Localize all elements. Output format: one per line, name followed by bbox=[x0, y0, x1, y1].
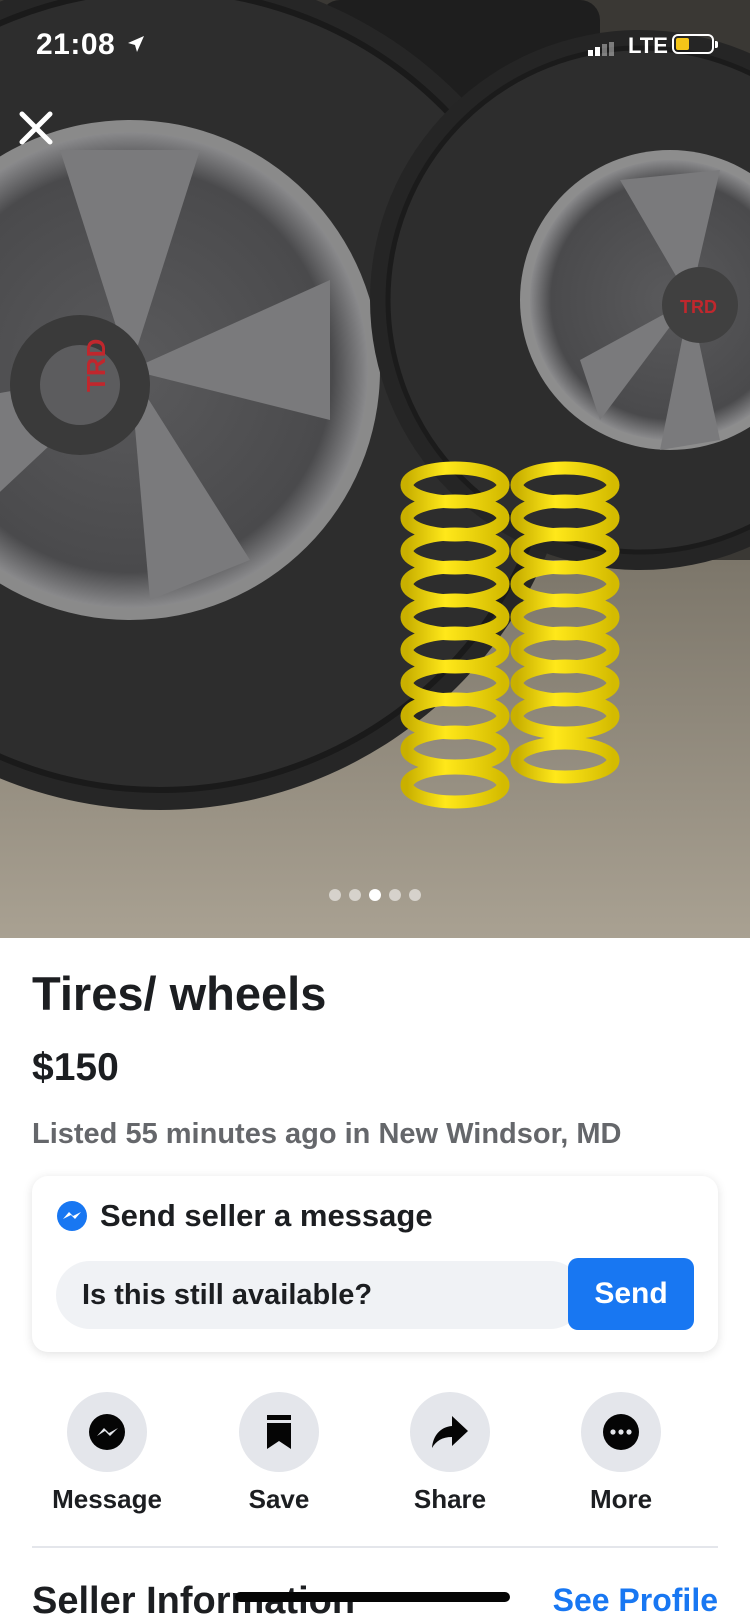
svg-text:TRD: TRD bbox=[680, 297, 717, 317]
network-label: LTE bbox=[628, 33, 668, 58]
message-button[interactable]: Message bbox=[32, 1392, 182, 1515]
send-message-heading: Send seller a message bbox=[56, 1198, 433, 1234]
signal-icon bbox=[588, 42, 614, 56]
bookmark-icon bbox=[267, 1415, 291, 1449]
carousel-dot[interactable] bbox=[329, 889, 341, 901]
more-icon bbox=[603, 1414, 639, 1450]
carousel-indicator[interactable] bbox=[329, 889, 421, 901]
action-row: Message Save Share More bbox=[32, 1392, 718, 1522]
close-icon[interactable] bbox=[18, 110, 54, 146]
send-button[interactable]: Send bbox=[568, 1258, 694, 1330]
status-bar: 21:08 LTE bbox=[0, 0, 750, 90]
send-message-card: Send seller a message Is this still avai… bbox=[32, 1176, 718, 1352]
share-button[interactable]: Share bbox=[375, 1392, 525, 1515]
listing-meta: Listed 55 minutes ago in New Windsor, MD bbox=[32, 1118, 622, 1150]
share-label: Share bbox=[413, 1484, 487, 1514]
more-label: More bbox=[589, 1484, 653, 1514]
listing-photo[interactable]: TRD TRD bbox=[0, 0, 750, 938]
listing-photo-illustration: TRD TRD bbox=[0, 0, 750, 938]
location-arrow-icon bbox=[128, 36, 144, 52]
see-profile-link[interactable]: See Profile bbox=[553, 1582, 718, 1619]
more-button[interactable]: More bbox=[546, 1392, 696, 1515]
messenger-icon bbox=[57, 1201, 87, 1231]
listing-title: Tires/ wheels bbox=[32, 967, 327, 1020]
share-icon bbox=[432, 1416, 468, 1448]
save-button[interactable]: Save bbox=[204, 1392, 354, 1515]
divider bbox=[32, 1546, 718, 1548]
status-time: 21:08 bbox=[36, 28, 116, 61]
send-message-label: Send seller a message bbox=[100, 1198, 433, 1233]
message-input[interactable]: Is this still available? bbox=[56, 1261, 584, 1329]
svg-text:TRD: TRD bbox=[81, 339, 111, 392]
carousel-dot[interactable] bbox=[349, 889, 361, 901]
home-indicator[interactable] bbox=[235, 1592, 510, 1602]
messenger-icon bbox=[89, 1414, 125, 1450]
save-label: Save bbox=[248, 1484, 310, 1514]
carousel-dot[interactable] bbox=[409, 889, 421, 901]
listing-price: $150 bbox=[32, 1046, 119, 1089]
carousel-dot[interactable] bbox=[389, 889, 401, 901]
message-label: Message bbox=[52, 1484, 162, 1514]
carousel-dot-active[interactable] bbox=[369, 889, 381, 901]
battery-icon bbox=[672, 34, 718, 54]
